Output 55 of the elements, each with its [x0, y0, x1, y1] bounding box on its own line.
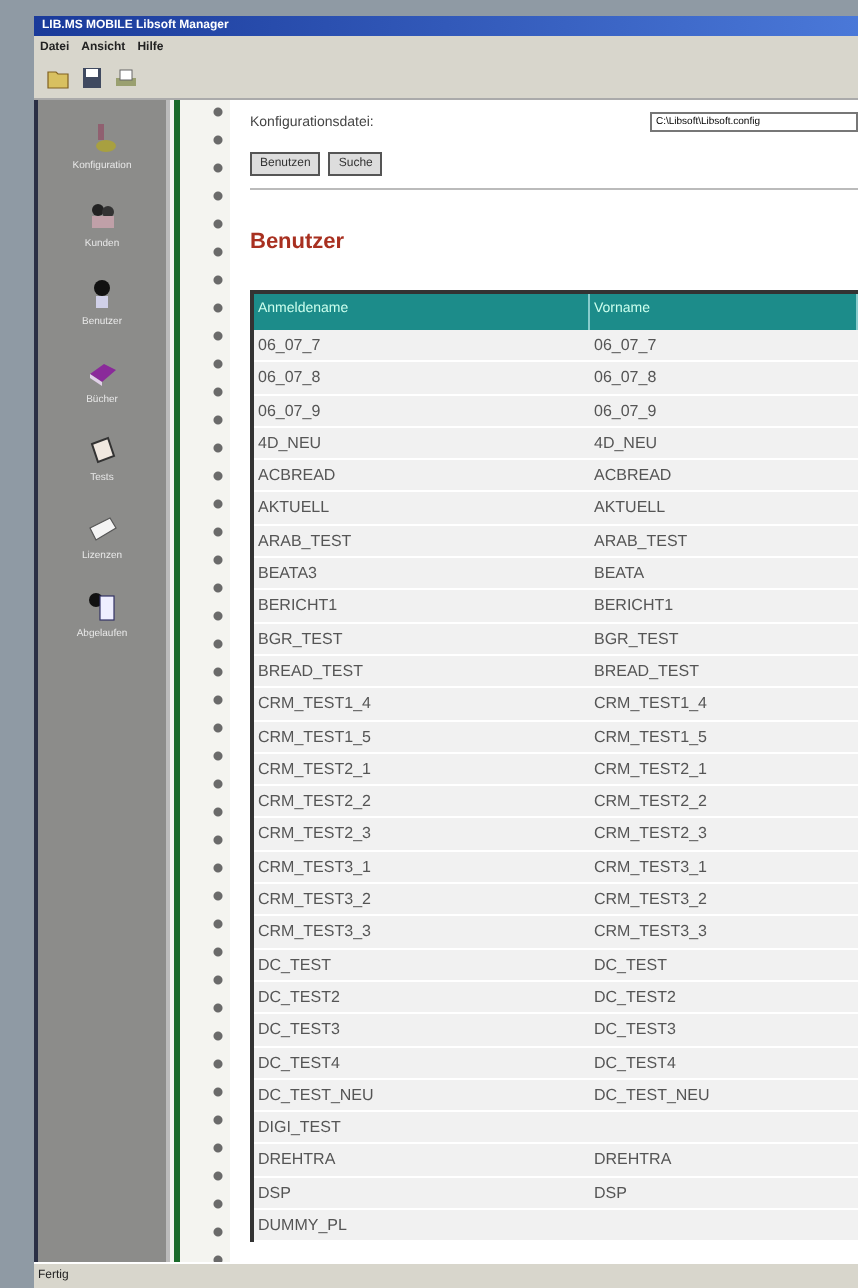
table-cell: ARAB_TEST	[258, 531, 352, 550]
table-cell: CRM_TEST3_3	[258, 922, 371, 941]
table-cell: CRM_TEST2_3	[258, 824, 371, 843]
table-cell: DC_TEST2	[258, 987, 340, 1006]
table-cell: CRM_TEST1_5	[258, 727, 371, 746]
table-cell: CRM_TEST3_2	[594, 890, 707, 909]
table-cell: DREHTRA	[258, 1150, 336, 1169]
table-cell: CRM_TEST1_4	[594, 694, 707, 713]
table-cell: DC_TEST_NEU	[258, 1085, 374, 1104]
table-cell: 06_07_7	[258, 336, 321, 354]
table-cell: BEATA3	[258, 564, 317, 583]
table-cell: ACBREAD	[258, 466, 336, 485]
table-cell: 06_07_7	[594, 336, 657, 354]
table-cell: AKTUELL	[594, 498, 666, 517]
table-cell: CRM_TEST1_4	[258, 694, 371, 713]
table-cell: 06_07_9	[258, 401, 321, 420]
table-cell: DSP	[258, 1183, 291, 1202]
table-cell: 4D_NEU	[258, 433, 322, 452]
table-cell: CRM_TEST3_1	[594, 857, 707, 876]
table-cell: 06_07_9	[594, 401, 657, 420]
table-cell: CRM_TEST2_2	[594, 792, 707, 811]
table-cell: DC_TEST	[594, 955, 667, 974]
table-cell: DC_TEST3	[258, 1020, 340, 1039]
table-cell: BREAD_TEST	[258, 661, 363, 680]
table-cell: BGR_TEST	[258, 629, 343, 648]
table-cell: BREAD_TEST	[594, 661, 699, 680]
table-cell: DC_TEST	[258, 955, 331, 974]
table-cell: BERICHT1	[594, 596, 674, 615]
table-cell: BGR_TEST	[594, 629, 679, 648]
table-cell: CRM_TEST1_5	[594, 727, 707, 746]
table-cell: CRM_TEST2_3	[594, 824, 707, 843]
table-cell: 06_07_8	[594, 368, 657, 387]
table-cell: CRM_TEST3_3	[594, 922, 707, 941]
table-cell: DC_TEST4	[258, 1053, 340, 1072]
table-cell: 4D_NEU	[594, 433, 658, 452]
table-cell: DIGI_TEST	[258, 1118, 341, 1137]
table-cell: DSP	[594, 1183, 627, 1202]
table-cell: BERICHT1	[258, 596, 338, 615]
table-cell: CRM_TEST2_2	[258, 792, 371, 811]
table-cell: DREHTRA	[594, 1150, 672, 1169]
table-cell: DC_TEST_NEU	[594, 1085, 710, 1104]
table-cell: 06_07_8	[258, 368, 321, 387]
table-cell: ARAB_TEST	[594, 531, 688, 550]
table-cell: DC_TEST4	[594, 1053, 676, 1072]
table-cell: AKTUELL	[258, 498, 330, 517]
table-cell: CRM_TEST2_1	[258, 759, 371, 778]
table-cell: DUMMY_PL	[258, 1216, 347, 1235]
table-cell: DC_TEST2	[594, 987, 676, 1006]
section-heading: Benutzer	[250, 230, 347, 254]
table-cell: ACBREAD	[594, 466, 672, 485]
table-cell: CRM_TEST3_1	[258, 857, 371, 876]
table-cell: CRM_TEST2_1	[594, 759, 707, 778]
table-cell: DC_TEST3	[594, 1020, 676, 1039]
table-cell: BEATA	[594, 564, 645, 583]
table-cell: CRM_TEST3_2	[258, 890, 371, 909]
